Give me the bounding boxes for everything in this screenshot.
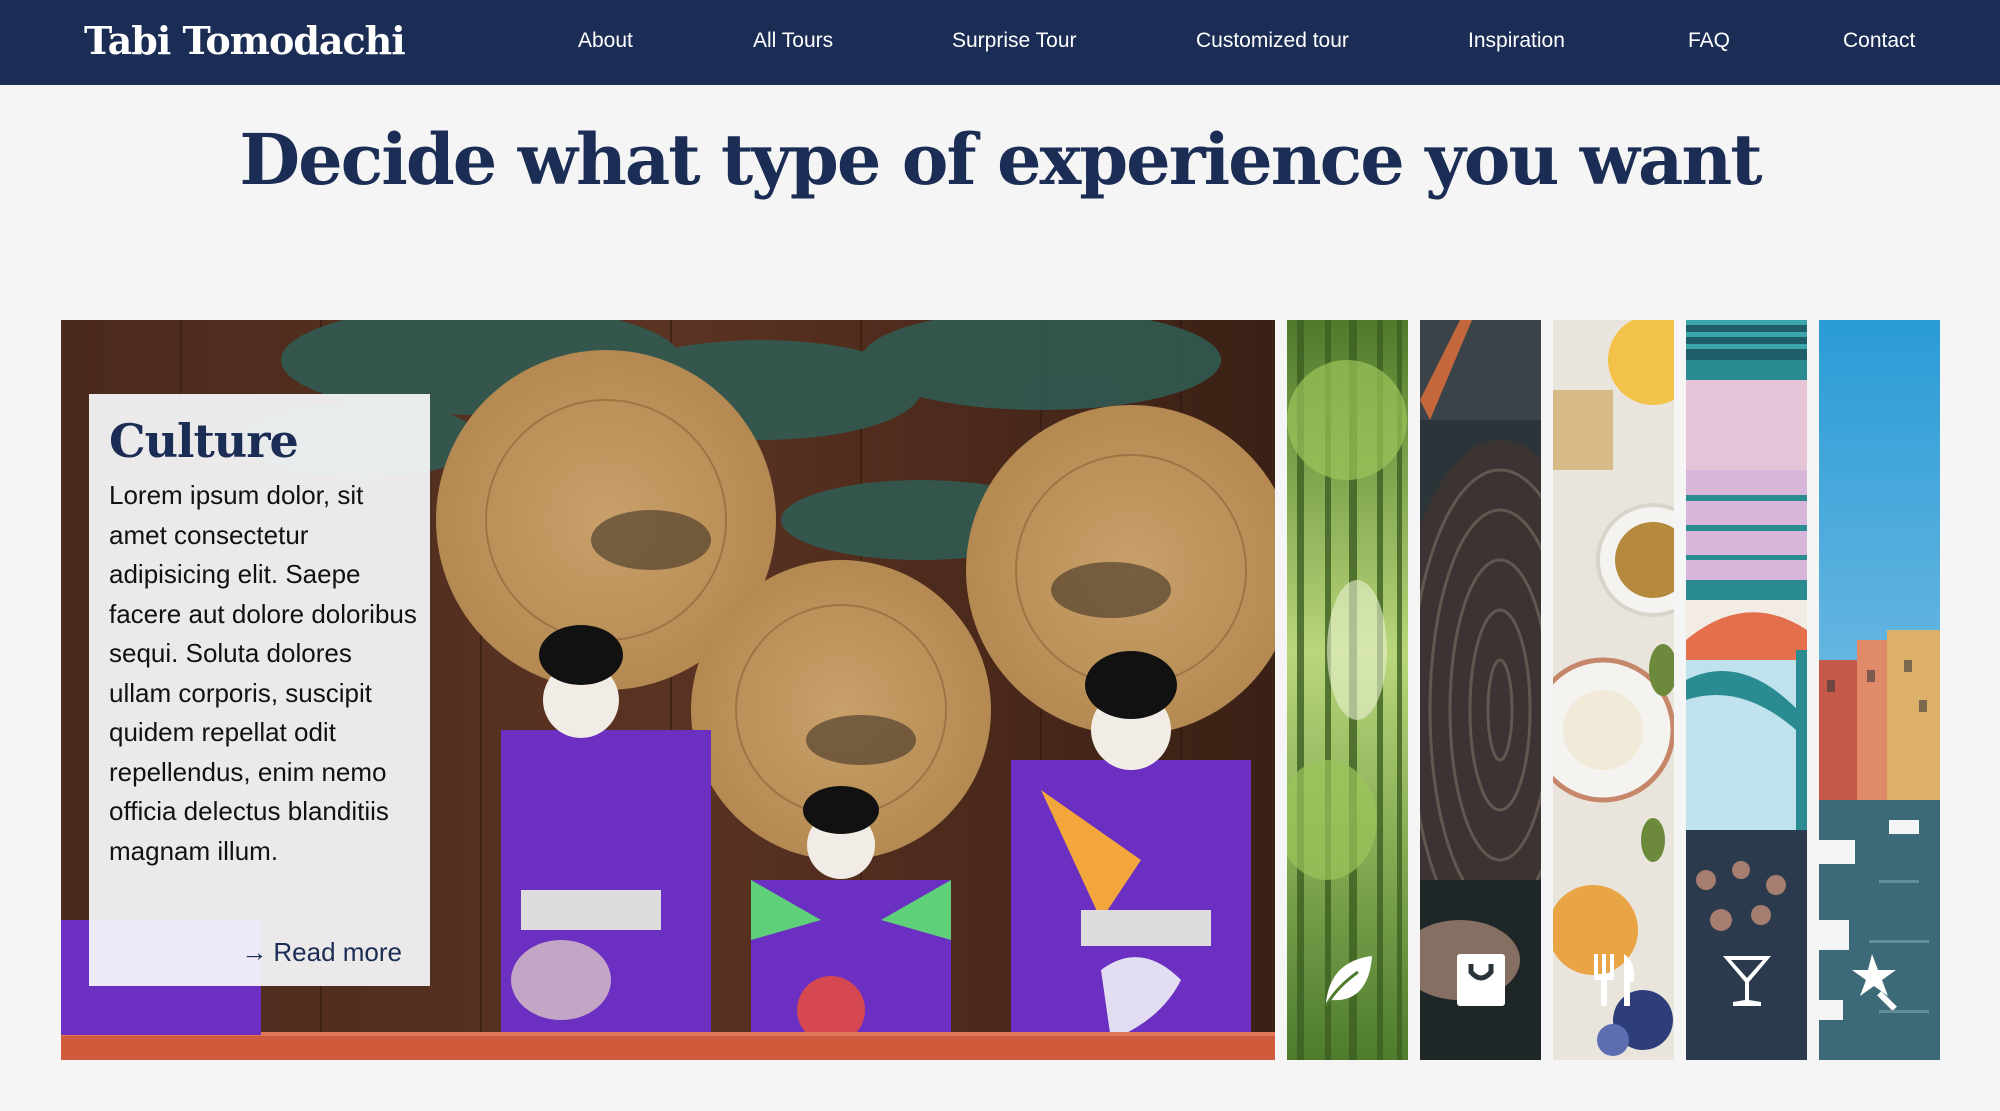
nav-all-tours[interactable]: All Tours — [753, 29, 833, 53]
nav-faq[interactable]: FAQ — [1688, 29, 1730, 53]
nav-contact[interactable]: Contact — [1843, 29, 1915, 53]
panel-nightlife[interactable] — [1686, 320, 1807, 1060]
nightlife-photo — [1686, 320, 1807, 1060]
panel-culture[interactable]: Culture Lorem ipsum dolor, sit amet cons… — [61, 320, 1275, 1060]
nav-inspiration[interactable]: Inspiration — [1468, 29, 1565, 53]
nav-surprise-tour[interactable]: Surprise Tour — [952, 29, 1077, 53]
bamboo-photo — [1287, 320, 1408, 1060]
culture-info-card: Culture Lorem ipsum dolor, sit amet cons… — [89, 394, 430, 986]
nav-customized-tour[interactable]: Customized tour — [1196, 29, 1349, 53]
panel-shopping[interactable] — [1420, 320, 1541, 1060]
brand-logo[interactable]: Tabi Tomodachi — [84, 18, 406, 63]
card-title: Culture — [109, 414, 299, 468]
panel-nature[interactable] — [1287, 320, 1408, 1060]
magic-wand-icon — [1850, 950, 1910, 1011]
read-more-link[interactable]: → Read more — [241, 937, 402, 968]
page-headline: Decide what type of experience you want — [239, 118, 1762, 201]
nav-about[interactable]: About — [578, 29, 633, 53]
experience-accordion: Culture Lorem ipsum dolor, sit amet cons… — [61, 320, 1940, 1060]
food-table-photo — [1553, 320, 1674, 1060]
arrow-right-icon: → — [241, 937, 268, 967]
woven-basket-photo — [1420, 320, 1541, 1060]
cocktail-glass-icon — [1717, 950, 1777, 1010]
panel-food[interactable] — [1553, 320, 1674, 1060]
canal-town-photo — [1819, 320, 1940, 1060]
card-description: Lorem ipsum dolor, sit amet consectetur … — [109, 480, 417, 866]
shopping-bag-icon — [1451, 950, 1511, 1010]
panel-surprise[interactable] — [1819, 320, 1940, 1060]
utensils-icon — [1584, 950, 1644, 1010]
leaf-icon — [1318, 950, 1378, 1010]
read-more-label: Read more — [273, 937, 402, 967]
top-navbar: Tabi Tomodachi About All Tours Surprise … — [0, 0, 2000, 85]
